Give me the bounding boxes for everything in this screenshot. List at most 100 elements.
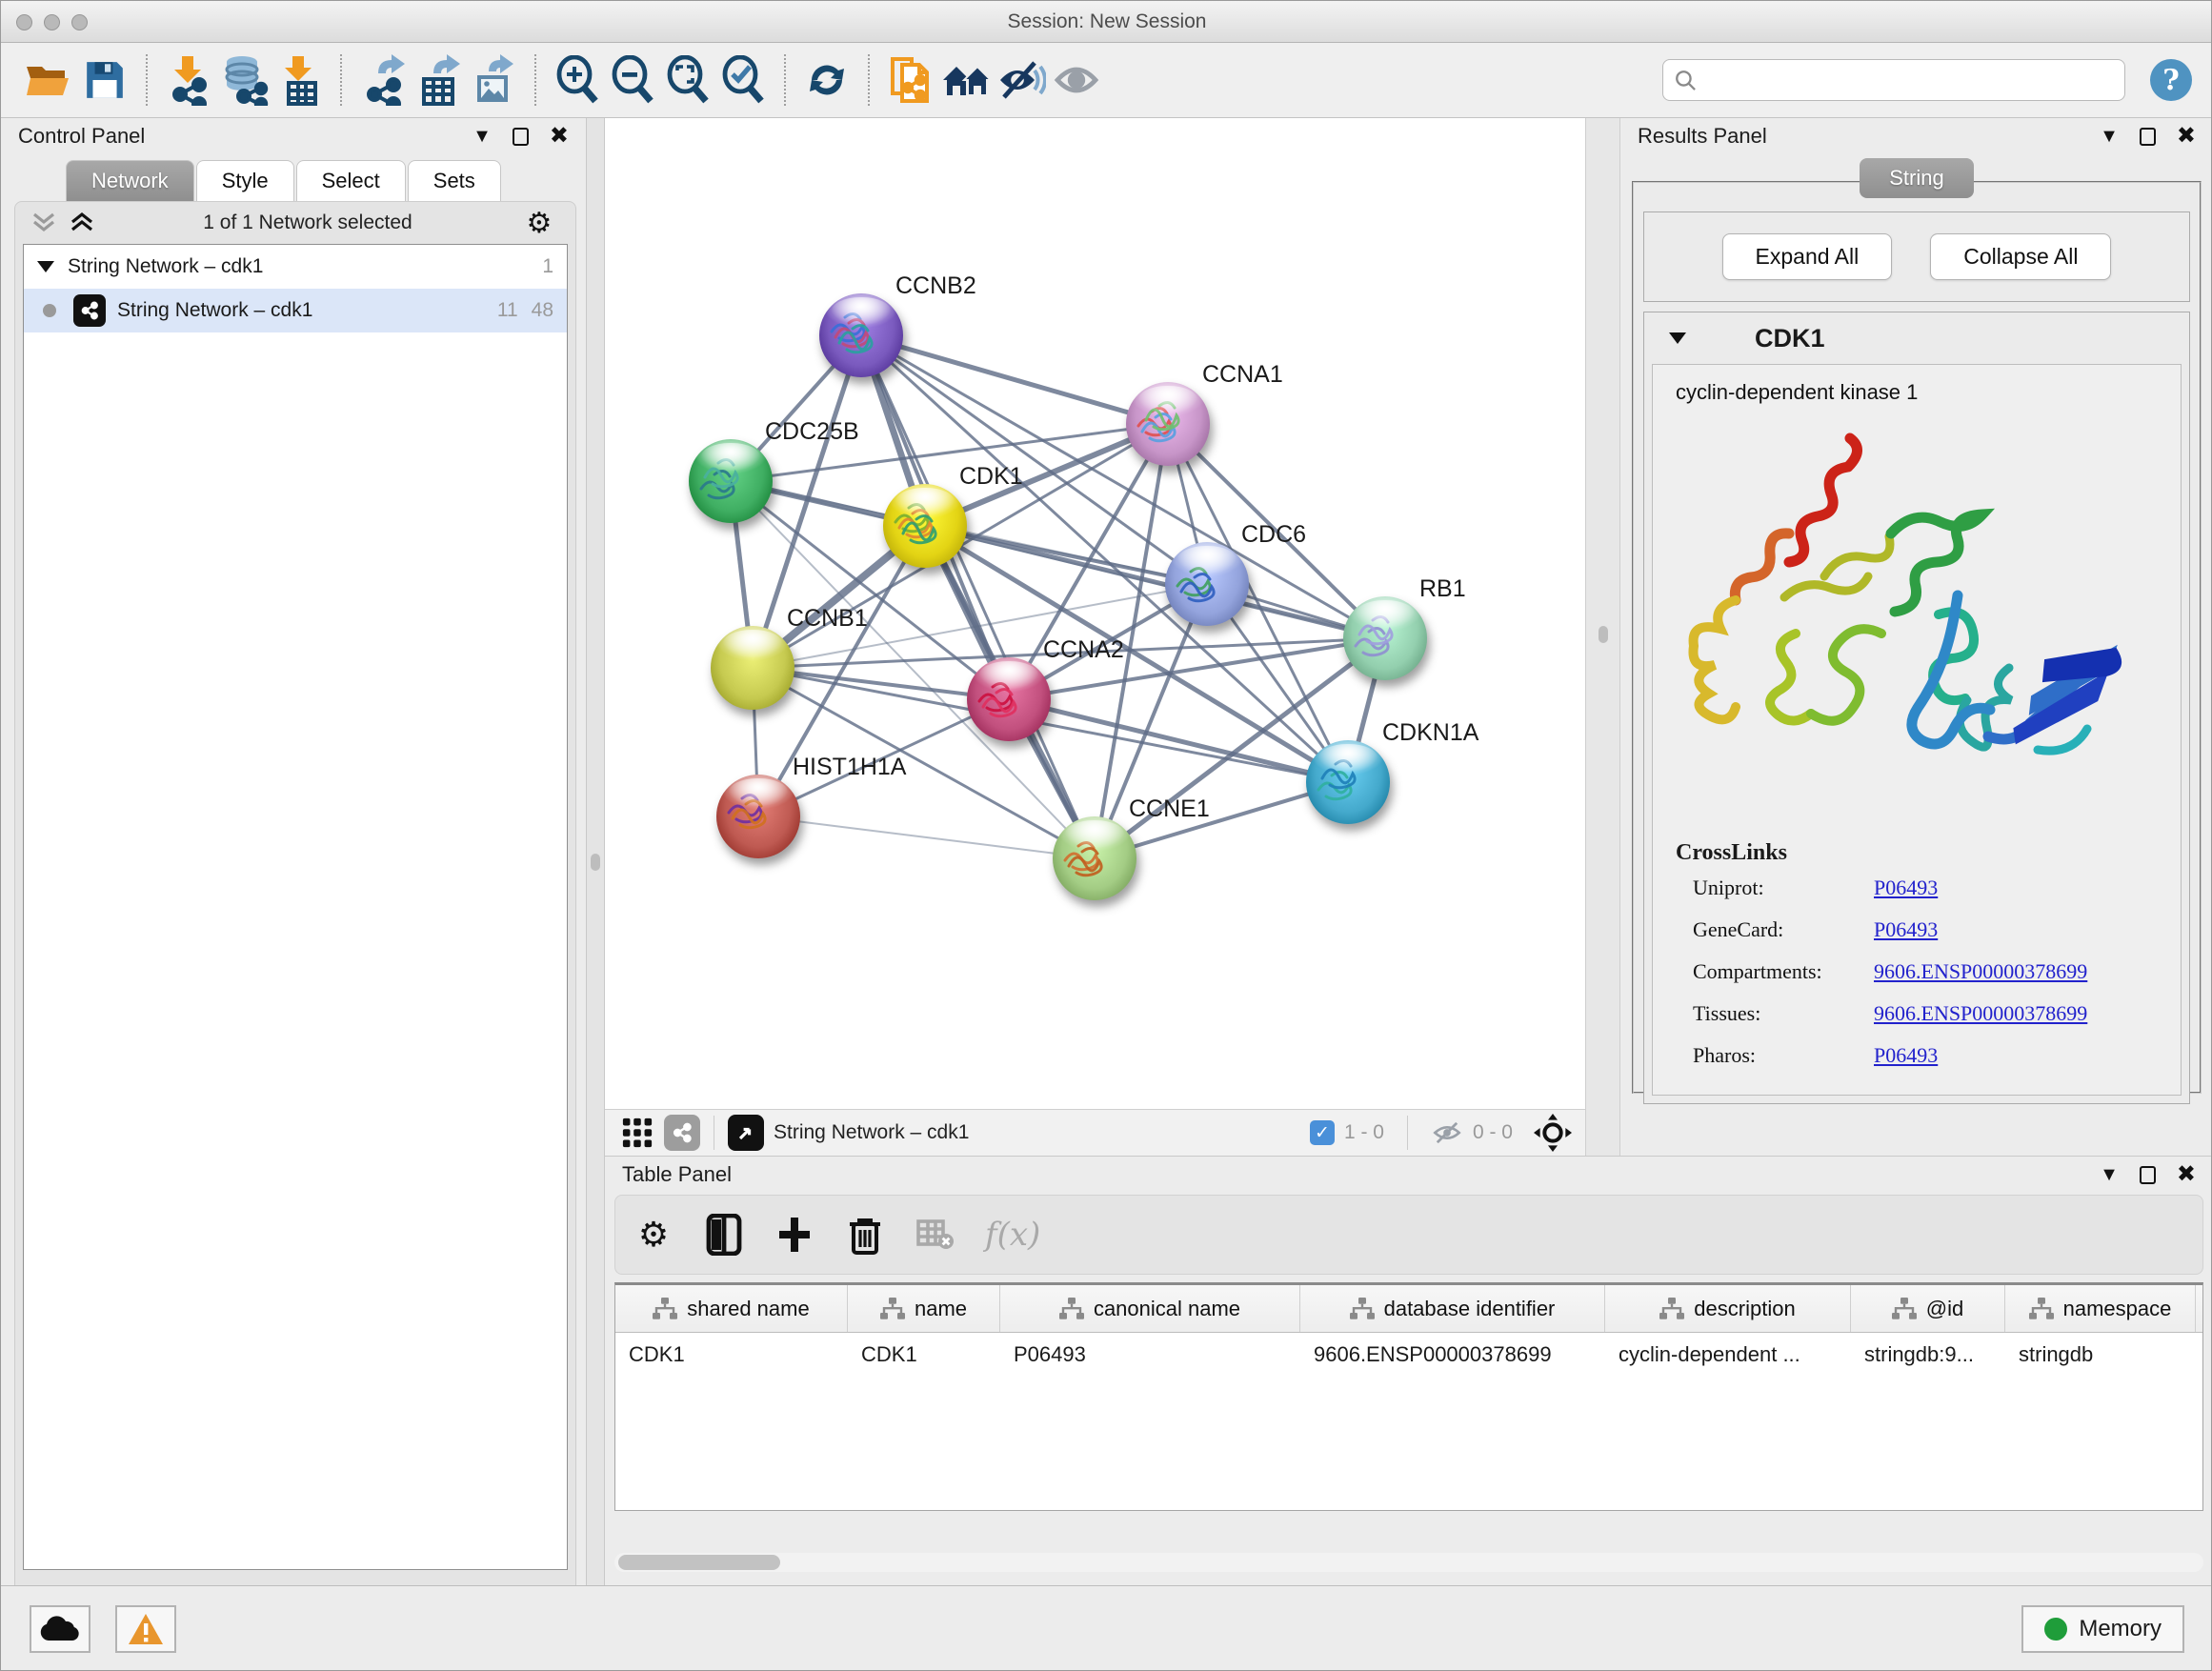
collapse-entry-icon[interactable] xyxy=(1669,332,1686,344)
node-CDC6[interactable] xyxy=(1165,542,1249,626)
node-CDC25B[interactable] xyxy=(689,439,773,523)
network-row[interactable]: String Network – cdk1 11 48 xyxy=(24,289,567,332)
scrollbar-thumb[interactable] xyxy=(618,1555,780,1570)
cloud-status-button[interactable] xyxy=(30,1605,90,1653)
network-options-gear-icon[interactable]: ⚙ xyxy=(518,202,560,244)
zoom-out-button[interactable] xyxy=(605,51,660,109)
warnings-button[interactable] xyxy=(115,1605,176,1653)
selected-checkbox-icon[interactable]: ✓ xyxy=(1310,1120,1335,1145)
maximize-window-button[interactable] xyxy=(71,14,88,30)
table-settings-gear-icon[interactable]: ⚙ xyxy=(633,1214,674,1256)
table-cell[interactable]: cyclin-dependent ... xyxy=(1605,1333,1851,1377)
node-CDK1[interactable] xyxy=(883,484,967,568)
float-panel-icon[interactable] xyxy=(2140,1166,2156,1184)
panel-menu-icon[interactable]: ▼ xyxy=(2100,127,2119,146)
memory-button[interactable]: Memory xyxy=(2021,1605,2184,1653)
close-window-button[interactable] xyxy=(16,14,32,30)
control-panel-splitter[interactable] xyxy=(586,118,605,1585)
open-in-window-button[interactable] xyxy=(728,1115,764,1151)
node-CCNA2[interactable] xyxy=(967,657,1051,741)
crosslink-link[interactable]: P06493 xyxy=(1874,917,1938,942)
search-input[interactable] xyxy=(1662,59,2125,101)
edge-HIST1H1A-CCNE1[interactable] xyxy=(758,816,1095,858)
column-header-canonical-name[interactable]: canonical name xyxy=(1000,1285,1300,1332)
zoom-in-button[interactable] xyxy=(550,51,605,109)
column-header-database-identifier[interactable]: database identifier xyxy=(1300,1285,1605,1332)
export-table-button[interactable] xyxy=(411,51,466,109)
tab-string[interactable]: String xyxy=(1860,158,1974,198)
export-image-button[interactable] xyxy=(466,51,521,109)
edge-CDK1-RB1[interactable] xyxy=(925,526,1385,638)
float-panel-icon[interactable] xyxy=(513,128,529,146)
delete-column-trash-icon[interactable] xyxy=(844,1214,886,1256)
node-HIST1H1A[interactable] xyxy=(716,775,800,858)
column-header-description[interactable]: description xyxy=(1605,1285,1851,1332)
panel-menu-icon[interactable]: ▼ xyxy=(2100,1165,2119,1184)
tab-style[interactable]: Style xyxy=(196,160,294,201)
crosslink-link[interactable]: P06493 xyxy=(1874,876,1938,900)
column-header-name[interactable]: name xyxy=(848,1285,1000,1332)
show-columns-icon[interactable] xyxy=(703,1214,745,1256)
collapse-all-icon[interactable] xyxy=(30,211,59,235)
table-row[interactable]: CDK1CDK1P064939606.ENSP00000378699cyclin… xyxy=(615,1333,2202,1377)
minimize-window-button[interactable] xyxy=(44,14,60,30)
close-panel-icon[interactable]: ✖ xyxy=(2177,125,2196,148)
node-CDKN1A[interactable] xyxy=(1306,740,1390,824)
column-header-shared-name[interactable]: shared name xyxy=(615,1285,848,1332)
table-cell[interactable]: stringdb:9... xyxy=(1851,1333,2005,1377)
help-button[interactable]: ? xyxy=(2150,59,2192,101)
network-share-button[interactable] xyxy=(664,1115,700,1151)
zoom-selected-button[interactable] xyxy=(715,51,771,109)
network-collection-row[interactable]: String Network – cdk1 1 xyxy=(24,245,567,289)
collection-expand-icon[interactable] xyxy=(37,261,54,272)
crosslink-link[interactable]: 9606.ENSP00000378699 xyxy=(1874,959,2087,984)
panel-menu-icon[interactable]: ▼ xyxy=(473,127,492,146)
crosslink-link[interactable]: P06493 xyxy=(1874,1043,1938,1068)
node-CCNE1[interactable] xyxy=(1053,816,1136,900)
edge-CCNB2-CCNA1[interactable] xyxy=(861,335,1168,424)
show-view-button[interactable] xyxy=(1049,51,1104,109)
export-network-button[interactable] xyxy=(355,51,411,109)
birds-eye-view-button[interactable] xyxy=(618,1114,656,1152)
node-CCNA1[interactable] xyxy=(1126,382,1210,466)
import-network-button[interactable] xyxy=(161,51,216,109)
expand-all-button[interactable]: Expand All xyxy=(1722,233,1893,280)
table-cell[interactable]: 9606.ENSP00000378699 xyxy=(1300,1333,1605,1377)
import-table-button[interactable] xyxy=(271,51,327,109)
node-RB1[interactable] xyxy=(1343,596,1427,680)
fit-content-crosshair-icon[interactable] xyxy=(1534,1114,1572,1152)
float-panel-icon[interactable] xyxy=(2140,128,2156,146)
home-button[interactable] xyxy=(938,51,994,109)
node-CCNB1[interactable] xyxy=(711,626,794,710)
table-cell[interactable]: CDK1 xyxy=(615,1333,848,1377)
network-canvas[interactable]: CCNB2CCNA1CDC25BCDK1CDC6RB1CCNB1CCNA2CDK… xyxy=(605,118,1585,1109)
table-cell[interactable]: stringdb xyxy=(2005,1333,2196,1377)
tab-select[interactable]: Select xyxy=(296,160,406,201)
results-panel-splitter[interactable] xyxy=(1585,118,1620,1156)
import-network-from-database-button[interactable] xyxy=(216,51,271,109)
node-CCNB2[interactable] xyxy=(819,293,903,377)
zoom-fit-button[interactable] xyxy=(660,51,715,109)
close-panel-icon[interactable]: ✖ xyxy=(550,125,569,148)
splitter-handle[interactable] xyxy=(1599,626,1608,643)
tab-network[interactable]: Network xyxy=(66,160,194,201)
close-panel-icon[interactable]: ✖ xyxy=(2177,1163,2196,1186)
splitter-handle[interactable] xyxy=(591,854,600,871)
network-snapshot-button[interactable] xyxy=(883,51,938,109)
table-cell[interactable]: CDK1 xyxy=(848,1333,1000,1377)
expand-all-icon[interactable] xyxy=(69,211,97,235)
column-header-namespace[interactable]: namespace xyxy=(2005,1285,2196,1332)
table-horizontal-scrollbar[interactable] xyxy=(614,1553,2203,1572)
create-column-plus-icon[interactable] xyxy=(774,1214,815,1256)
column-header--id[interactable]: @id xyxy=(1851,1285,2005,1332)
open-session-button[interactable] xyxy=(22,51,77,109)
crosslink-link[interactable]: 9606.ENSP00000378699 xyxy=(1874,1001,2087,1026)
tab-sets[interactable]: Sets xyxy=(408,160,501,201)
save-session-button[interactable] xyxy=(77,51,132,109)
crosslink-row: GeneCard:P06493 xyxy=(1693,917,2158,942)
table-cell[interactable]: P06493 xyxy=(1000,1333,1300,1377)
hide-results-button[interactable] xyxy=(994,51,1049,109)
collapse-all-button[interactable]: Collapse All xyxy=(1930,233,2111,280)
gene-entry-header[interactable]: CDK1 xyxy=(1644,312,2189,364)
apply-layout-button[interactable] xyxy=(799,51,855,109)
